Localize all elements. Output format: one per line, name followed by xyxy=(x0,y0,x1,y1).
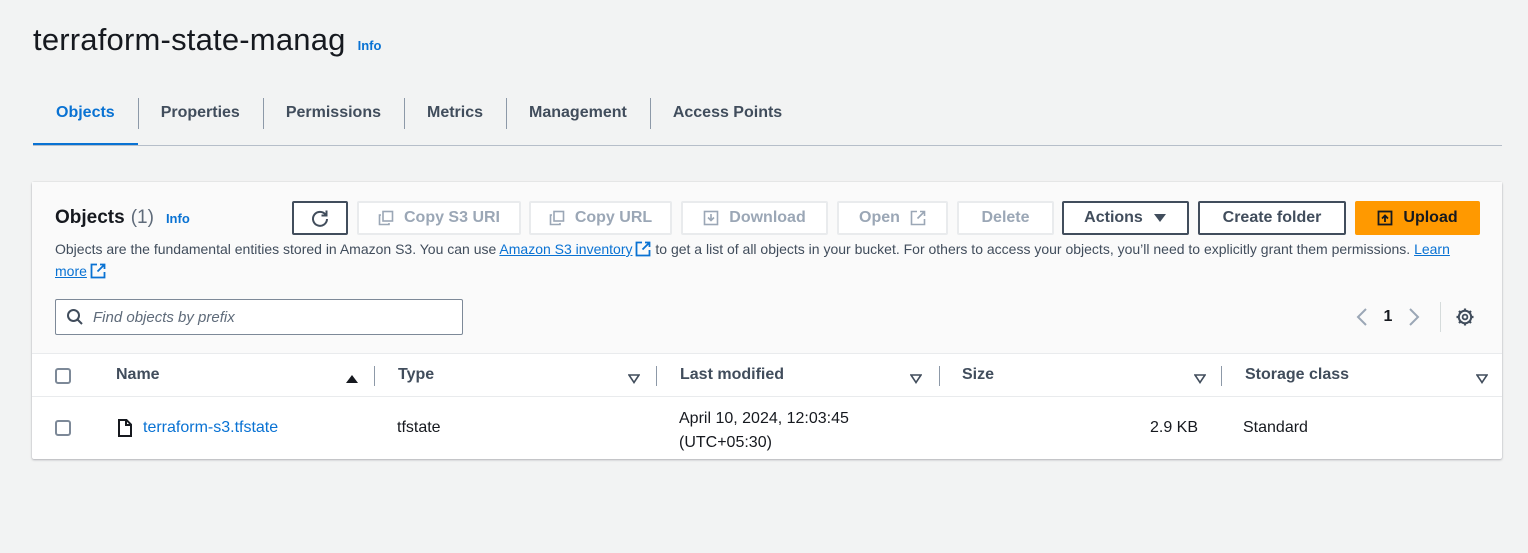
upload-label: Upload xyxy=(1403,209,1458,226)
previous-page-button[interactable] xyxy=(1348,308,1376,326)
tab-management[interactable]: Management xyxy=(506,92,650,134)
external-link-icon xyxy=(910,210,926,226)
copy-icon xyxy=(378,210,394,226)
search-input[interactable]: Find objects by prefix xyxy=(55,299,463,335)
object-last-modified: April 10, 2024, 12:03:45 (UTC+05:30) xyxy=(679,407,849,455)
table-row[interactable]: terraform-s3.tfstate tfstate April 10, 2… xyxy=(32,397,1502,459)
sort-icon[interactable] xyxy=(627,371,641,389)
page-number[interactable]: 1 xyxy=(1376,308,1400,326)
gear-icon xyxy=(1455,307,1475,327)
column-header-size[interactable]: Size xyxy=(962,354,994,396)
copy-s3-uri-label: Copy S3 URI xyxy=(403,209,500,226)
tab-properties[interactable]: Properties xyxy=(137,92,263,134)
copy-icon xyxy=(549,210,565,226)
sort-icon[interactable] xyxy=(1193,371,1207,389)
column-divider xyxy=(1221,366,1222,386)
object-name-link[interactable]: terraform-s3.tfstate xyxy=(143,419,278,437)
column-divider xyxy=(939,366,940,386)
tab-permissions[interactable]: Permissions xyxy=(262,92,404,134)
column-header-storage-class[interactable]: Storage class xyxy=(1245,354,1349,396)
object-type: tfstate xyxy=(397,419,441,436)
download-button[interactable]: Download xyxy=(681,201,828,235)
open-button[interactable]: Open xyxy=(837,201,948,235)
column-label: Name xyxy=(116,366,160,383)
objects-info-link[interactable]: Info xyxy=(166,211,190,226)
row-checkbox[interactable] xyxy=(55,420,71,436)
download-icon xyxy=(703,210,719,226)
description-text-start: Objects are the fundamental entities sto… xyxy=(55,241,500,257)
create-folder-button[interactable]: Create folder xyxy=(1198,201,1346,235)
column-label: Type xyxy=(398,366,435,383)
objects-count: (1) xyxy=(130,207,154,228)
object-size: 2.9 KB xyxy=(1149,419,1198,436)
refresh-button[interactable] xyxy=(292,201,348,235)
pagination-divider xyxy=(1440,302,1441,332)
chevron-right-icon xyxy=(1408,308,1420,326)
page-header: terraform-state-manag Info xyxy=(33,22,381,58)
search-icon xyxy=(66,308,84,326)
sort-icon[interactable] xyxy=(909,371,923,389)
column-label: Storage class xyxy=(1245,366,1350,383)
chevron-left-icon xyxy=(1356,308,1368,326)
last-modified-date: April 10, 2024, 12:03:45 xyxy=(679,410,849,427)
preferences-button[interactable] xyxy=(1455,307,1475,327)
objects-panel-header: Objects (1) Info Copy S3 URI Copy URL Do… xyxy=(32,182,1502,353)
delete-button[interactable]: Delete xyxy=(957,201,1054,235)
create-folder-label: Create folder xyxy=(1222,209,1322,226)
sort-icon[interactable] xyxy=(1475,371,1489,389)
copy-s3-uri-button[interactable]: Copy S3 URI xyxy=(357,201,521,235)
tab-access-points[interactable]: Access Points xyxy=(649,92,805,134)
objects-title: Objects xyxy=(55,207,125,228)
last-modified-timezone: (UTC+05:30) xyxy=(679,434,772,451)
copy-url-button[interactable]: Copy URL xyxy=(529,201,672,235)
objects-panel: Objects (1) Info Copy S3 URI Copy URL Do… xyxy=(32,182,1502,459)
table-header: Name Type Last modified Size Storage cla… xyxy=(32,353,1502,397)
actions-label: Actions xyxy=(1084,209,1143,226)
object-storage-class: Standard xyxy=(1243,419,1308,436)
objects-description: Objects are the fundamental entities sto… xyxy=(55,240,1455,284)
s3-inventory-link[interactable]: Amazon S3 inventory xyxy=(499,241,632,257)
objects-heading: Objects (1) Info xyxy=(55,207,190,229)
page-title: terraform-state-manag xyxy=(33,22,346,57)
tab-objects[interactable]: Objects xyxy=(33,92,138,145)
upload-icon xyxy=(1377,210,1393,226)
select-all-checkbox[interactable] xyxy=(55,368,71,384)
download-label: Download xyxy=(729,209,806,226)
external-link-icon xyxy=(90,263,106,284)
bucket-tabs: Objects Properties Permissions Metrics M… xyxy=(33,92,1502,146)
delete-label: Delete xyxy=(981,209,1030,226)
actions-dropdown-button[interactable]: Actions xyxy=(1062,201,1189,235)
open-label: Open xyxy=(859,209,900,226)
search-placeholder: Find objects by prefix xyxy=(93,308,235,326)
page-info-link[interactable]: Info xyxy=(358,38,382,53)
tab-metrics[interactable]: Metrics xyxy=(403,92,506,134)
column-label: Size xyxy=(962,366,995,383)
file-icon xyxy=(118,419,132,437)
external-link-icon xyxy=(635,241,651,262)
copy-url-label: Copy URL xyxy=(574,209,653,226)
column-label: Last modified xyxy=(680,366,785,383)
upload-button[interactable]: Upload xyxy=(1355,201,1480,235)
column-header-name[interactable]: Name xyxy=(116,354,160,396)
sort-ascending-icon[interactable] xyxy=(346,371,358,389)
description-text-end: to get a list of all objects in your buc… xyxy=(651,241,1415,257)
column-divider xyxy=(656,366,657,386)
refresh-icon xyxy=(310,208,330,228)
pagination: 1 xyxy=(1348,298,1502,336)
column-divider xyxy=(374,366,375,386)
column-header-type[interactable]: Type xyxy=(398,354,434,396)
next-page-button[interactable] xyxy=(1400,308,1428,326)
column-header-last-modified[interactable]: Last modified xyxy=(680,354,784,396)
caret-down-icon xyxy=(1153,213,1167,223)
